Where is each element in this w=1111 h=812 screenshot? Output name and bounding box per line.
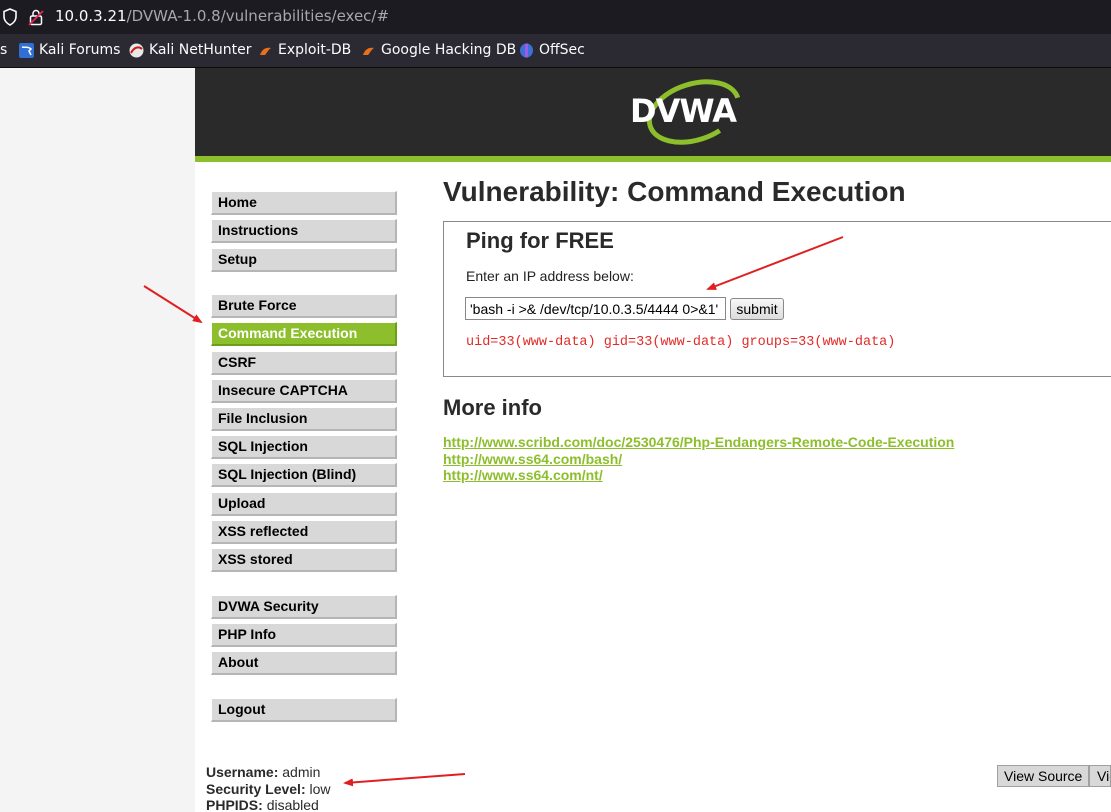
phpids-value: disabled <box>266 797 319 812</box>
bookmark-label: Kali NetHunter <box>149 42 252 58</box>
menu-logout[interactable]: Logout <box>211 698 397 722</box>
ip-address-input[interactable] <box>465 297 726 320</box>
bookmark-kali-nethunter[interactable]: Kali NetHunter <box>129 42 251 58</box>
security-level-label: Security Level: <box>206 780 306 797</box>
view-source-button[interactable]: View Source <box>997 765 1089 787</box>
user-info: Username: admin Security Level: low PHPI… <box>206 764 331 812</box>
submit-button[interactable]: submit <box>730 298 784 320</box>
menu-command-execution[interactable]: Command Execution <box>211 322 397 346</box>
logo-text: DVWA <box>630 92 737 130</box>
phpids-label: PHPIDS: <box>206 797 263 812</box>
menu-sql-injection[interactable]: SQL Injection <box>211 435 397 459</box>
bookmark-google-hacking-db[interactable]: Google Hacking DB <box>361 42 516 58</box>
security-level-line: Security Level: low <box>206 781 331 798</box>
shield-icon[interactable] <box>2 8 18 26</box>
bookmark-label: Kali Forums <box>39 42 121 58</box>
offsec-icon <box>520 43 533 57</box>
insecure-lock-icon[interactable] <box>28 8 44 26</box>
menu-about[interactable]: About <box>211 651 397 675</box>
bookmark-label: s <box>0 42 8 58</box>
google-hacking-db-icon <box>363 47 374 55</box>
phpids-line: PHPIDS: disabled <box>206 797 331 812</box>
menu-home[interactable]: Home <box>211 191 397 215</box>
url-host: 10.0.3.21 <box>55 7 127 25</box>
menu-setup[interactable]: Setup <box>211 248 397 272</box>
menu-upload[interactable]: Upload <box>211 492 397 516</box>
bookmark-label: OffSec <box>539 42 585 58</box>
bookmark-partial[interactable]: s <box>0 42 7 58</box>
box-title: Ping for FREE <box>466 228 614 253</box>
menu-instructions[interactable]: Instructions <box>211 219 397 243</box>
header-accent-line <box>195 156 1111 162</box>
browser-url-bar[interactable]: 10.0.3.21/DVWA-1.0.8/vulnerabilities/exe… <box>0 0 1111 34</box>
link-ss64-nt[interactable]: http://www.ss64.com/nt/ <box>443 467 603 483</box>
bookmark-exploit-db[interactable]: Exploit-DB <box>258 42 351 58</box>
ip-input-label: Enter an IP address below: <box>466 268 634 284</box>
bookmark-offsec[interactable]: OffSec <box>519 42 585 58</box>
bookmark-label: Exploit-DB <box>278 42 352 58</box>
kali-nethunter-icon <box>129 43 144 57</box>
dvwa-logo: DVWA <box>630 79 742 145</box>
kali-forums-icon <box>19 42 34 58</box>
bookmarks-toolbar: s Kali Forums Kali NetHunter Exploit-DB … <box>0 34 1111 68</box>
bookmark-label: Google Hacking DB <box>381 42 517 58</box>
menu-sql-injection-blind[interactable]: SQL Injection (Blind) <box>211 463 397 487</box>
command-output: uid=33(www-data) gid=33(www-data) groups… <box>466 335 896 350</box>
menu-xss-stored[interactable]: XSS stored <box>211 548 397 572</box>
more-info-heading: More info <box>443 395 542 420</box>
menu-xss-reflected[interactable]: XSS reflected <box>211 520 397 544</box>
username-label: Username: <box>206 764 279 780</box>
username-value: admin <box>282 764 321 780</box>
security-level-value: low <box>309 780 331 797</box>
menu-file-inclusion[interactable]: File Inclusion <box>211 407 397 431</box>
exploit-db-icon <box>260 47 271 55</box>
link-ss64-bash[interactable]: http://www.ss64.com/bash/ <box>443 451 622 467</box>
menu-php-info[interactable]: PHP Info <box>211 623 397 647</box>
page-title: Vulnerability: Command Execution <box>443 176 906 207</box>
menu-csrf[interactable]: CSRF <box>211 351 397 375</box>
bookmark-kali-forums[interactable]: Kali Forums <box>19 42 120 58</box>
username-line: Username: admin <box>206 764 331 781</box>
url-path: /DVWA-1.0.8/vulnerabilities/exec/# <box>126 7 390 25</box>
view-help-button[interactable]: View Help <box>1089 765 1111 787</box>
menu-dvwa-security[interactable]: DVWA Security <box>211 595 397 619</box>
page-left-margin <box>0 68 195 812</box>
menu-insecure-captcha[interactable]: Insecure CAPTCHA <box>211 379 397 403</box>
link-scribd[interactable]: http://www.scribd.com/doc/2530476/Php-En… <box>443 434 954 450</box>
url-text[interactable]: 10.0.3.21/DVWA-1.0.8/vulnerabilities/exe… <box>55 7 389 25</box>
menu-brute-force[interactable]: Brute Force <box>211 294 397 318</box>
